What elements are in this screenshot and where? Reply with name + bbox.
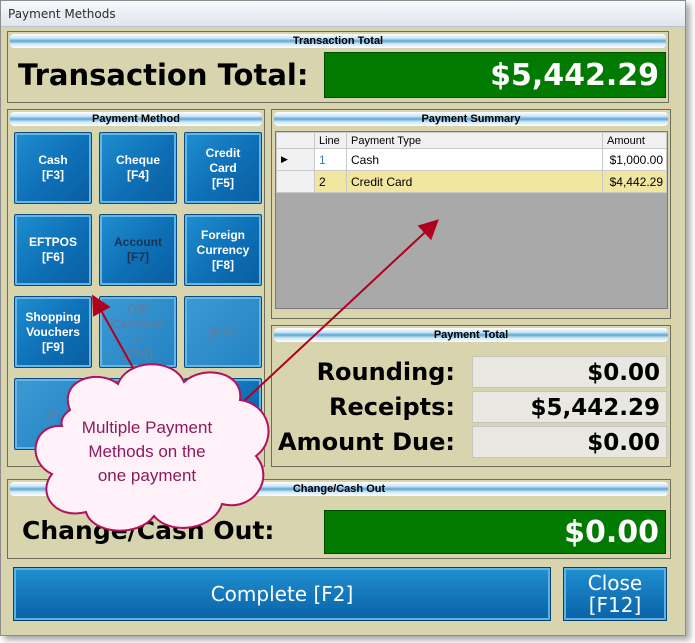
payment-summary-panel: Payment Summary Line Payment Type Amount… xyxy=(271,109,671,319)
amount-cell[interactable]: $1,000.00 xyxy=(602,148,667,171)
table-row[interactable]: 2 Credit Card $4,442.29 xyxy=(276,170,667,193)
window-title: Payment Methods xyxy=(1,1,685,27)
change-value: $0.00 xyxy=(324,510,666,554)
payment-method-button-cash[interactable]: Cash [F3] xyxy=(14,132,92,204)
annotation-text: Multiple Payment Methods on the one paym… xyxy=(81,418,213,485)
column-header-amount[interactable]: Amount xyxy=(602,132,667,149)
row-header xyxy=(276,170,315,193)
payment-total-header: Payment Total xyxy=(274,328,668,342)
payment-type-cell[interactable]: Cash xyxy=(346,148,603,171)
transaction-total-panel: Transaction Total Transaction Total: $5,… xyxy=(7,31,669,103)
payment-method-panel: Payment Method Cash [F3] Cheque [F4] Credi… xyxy=(7,109,265,467)
payment-method-button-cheque[interactable]: Cheque [F4] xyxy=(99,132,177,204)
transaction-total-header: Transaction Total xyxy=(10,34,666,48)
column-header-line[interactable]: Line xyxy=(314,132,347,149)
receipts-value: $5,442.29 xyxy=(472,391,667,423)
rounding-value: $0.00 xyxy=(472,356,667,388)
payment-method-button-credit-card[interactable]: Credit Card [F5] xyxy=(184,132,262,204)
change-label: Change/Cash Out: xyxy=(22,516,275,545)
current-row-indicator-icon: ▶ xyxy=(276,148,315,171)
row-header-corner xyxy=(276,132,315,149)
payment-method-button-shopping-vouchers[interactable]: Shopping Vouchers [F9] xyxy=(14,296,92,368)
receipts-label: Receipts: xyxy=(328,393,455,421)
amount-due-label: Amount Due: xyxy=(278,428,455,456)
amount-due-row: Amount Due: $0.00 xyxy=(272,426,670,458)
table-row[interactable]: ▶ 1 Cash $1,000.00 xyxy=(276,148,667,171)
payment-total-panel: Payment Total Rounding: $0.00 Receipts: … xyxy=(271,325,671,467)
transaction-total-value: $5,442.29 xyxy=(324,52,666,98)
payment-summary-header: Payment Summary xyxy=(274,112,668,126)
payment-summary-grid[interactable]: Line Payment Type Amount ▶ 1 Cash $1,000… xyxy=(275,131,668,309)
payment-method-button-gift-certificate[interactable]: Gift Certificat e [F10] xyxy=(99,296,177,368)
complete-button[interactable]: Complete [F2] xyxy=(13,567,551,621)
payment-method-button-eftpos[interactable]: EFTPOS [F6] xyxy=(14,214,92,286)
payment-methods-window: Payment Methods Transaction Total Transa… xyxy=(0,0,686,636)
receipts-row: Receipts: $5,442.29 xyxy=(272,391,670,423)
line-cell[interactable]: 2 xyxy=(314,170,347,193)
transaction-total-label: Transaction Total: xyxy=(18,58,309,92)
amount-due-value: $0.00 xyxy=(472,426,667,458)
line-cell[interactable]: 1 xyxy=(314,148,347,171)
close-button[interactable]: Close [F12] xyxy=(563,567,667,621)
payment-method-button-f11[interactable]: [F11] xyxy=(184,296,262,368)
change-panel: Change/Cash Out Change/Cash Out: $0.00 xyxy=(7,479,671,559)
payment-method-button-account[interactable]: Account [F7] xyxy=(99,214,177,286)
payment-method-header: Payment Method xyxy=(10,112,262,126)
payment-method-button-foreign-currency[interactable]: Foreign Currency [F8] xyxy=(184,214,262,286)
rounding-label: Rounding: xyxy=(316,358,455,386)
rounding-row: Rounding: $0.00 xyxy=(272,356,670,388)
amount-cell[interactable]: $4,442.29 xyxy=(602,170,667,193)
payment-type-cell[interactable]: Credit Card xyxy=(346,170,603,193)
column-header-payment-type[interactable]: Payment Type xyxy=(346,132,603,149)
